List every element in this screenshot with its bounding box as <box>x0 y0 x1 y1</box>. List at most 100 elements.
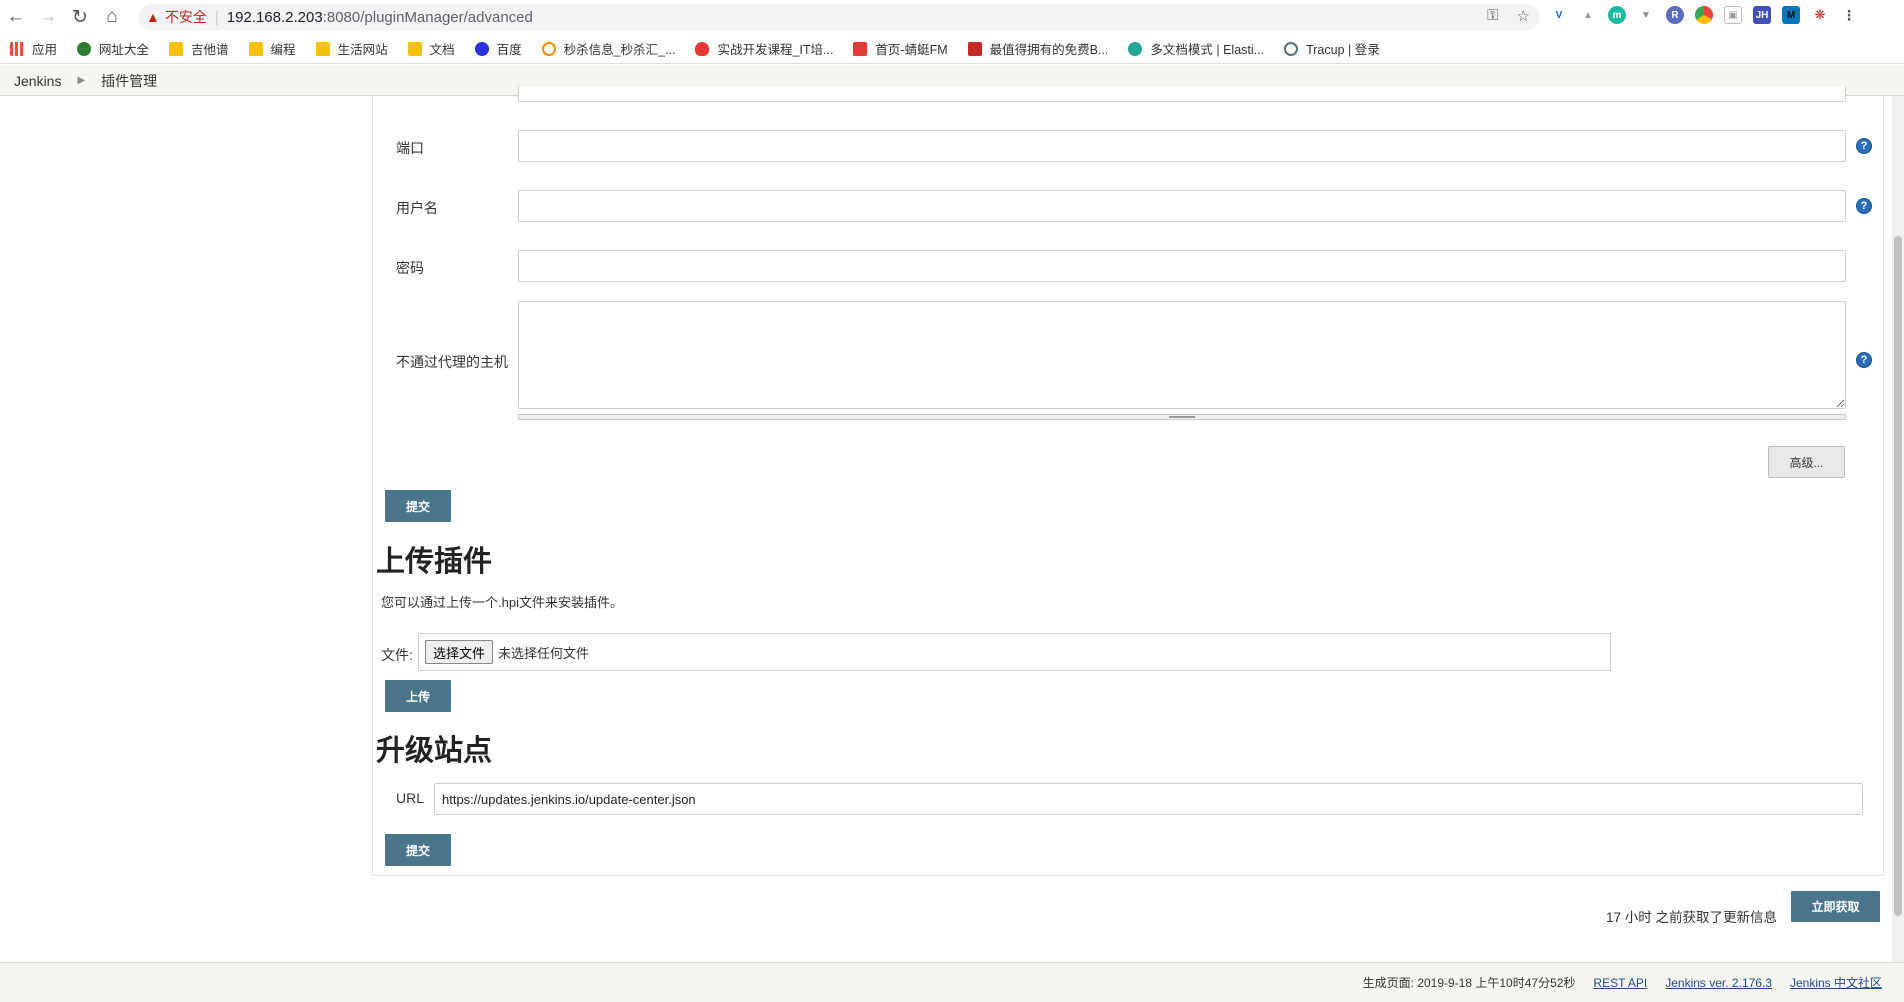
filter-extension-icon[interactable]: ▼ <box>1637 6 1655 24</box>
bookmark-apps[interactable]: 应用 <box>10 39 57 58</box>
r-extension-icon[interactable]: R <box>1666 6 1684 24</box>
choose-file-button[interactable]: 选择文件 <box>425 640 494 664</box>
extension-icon[interactable]: ▲ <box>1579 6 1597 24</box>
site-icon <box>967 41 982 56</box>
bookmark-item[interactable]: 多文档模式 | Elasti... <box>1128 39 1264 58</box>
bookmark-label: 生活网站 <box>337 43 388 57</box>
menu-icon[interactable]: ⋮ <box>1840 6 1858 24</box>
grip-icon <box>1169 416 1195 418</box>
advanced-button[interactable]: 高级... <box>1768 446 1845 478</box>
breadcrumb-jenkins[interactable]: Jenkins <box>14 73 61 89</box>
file-input[interactable]: 选择文件 未选择任何文件 <box>418 633 1611 671</box>
folder-icon <box>169 41 184 56</box>
browser-toolbar: ← → ↻ ⌂ ▲ 不安全 | 192.168.2.203:8080/plugi… <box>0 0 1904 34</box>
no-proxy-hosts-label: 不通过代理的主机 <box>396 354 508 370</box>
radio-icon <box>853 41 868 56</box>
site-icon <box>77 41 92 56</box>
warning-icon: ▲ <box>146 9 160 25</box>
url-host: 192.168.2.203 <box>226 8 323 26</box>
generated-time: 生成页面: 2019-9-18 上午10时47分52秒 <box>1362 976 1576 990</box>
no-file-text: 未选择任何文件 <box>498 645 590 661</box>
url-label: URL <box>396 790 425 806</box>
password-label: 密码 <box>396 260 424 276</box>
extensions-bar: V ▲ m ▼ R ▣ JH M ❋ ⋮ <box>1550 6 1858 24</box>
bookmark-item[interactable]: 百度 <box>474 39 522 58</box>
update-site-url-input[interactable]: https://updates.jenkins.io/update-center… <box>434 783 1863 815</box>
back-icon[interactable]: ← <box>0 0 32 34</box>
key-icon[interactable]: ⚿ <box>1487 7 1498 25</box>
server-field[interactable] <box>518 86 1846 102</box>
bookmark-label: Tracup | 登录 <box>1306 43 1380 57</box>
breadcrumb-plugin-manager[interactable]: 插件管理 <box>101 71 157 91</box>
bookmark-item[interactable]: 秒杀信息_秒杀汇_... <box>541 39 676 58</box>
help-icon[interactable]: ? <box>1856 138 1872 154</box>
screenshot-extension-icon[interactable]: ▣ <box>1724 6 1742 24</box>
url-path: :8080/pluginManager/advanced <box>322 8 533 26</box>
bookmark-item[interactable]: 最值得拥有的免费B... <box>967 39 1109 58</box>
folder-icon <box>248 41 263 56</box>
bookmark-folder[interactable]: 编程 <box>248 39 296 58</box>
scroll-thumb[interactable] <box>1894 236 1902 916</box>
file-label: 文件: <box>381 647 413 663</box>
jenkins-version-link[interactable]: Jenkins ver. 2.176.3 <box>1665 976 1772 990</box>
flame-icon <box>695 41 710 56</box>
update-status-text: 17 小时 之前获取了更新信息 <box>1606 910 1778 925</box>
scrollbar[interactable] <box>1892 96 1904 962</box>
jh-extension-icon[interactable]: JH <box>1753 6 1771 24</box>
m-box-extension-icon[interactable]: M <box>1782 6 1800 24</box>
update-site-title: 升级站点 <box>376 735 493 767</box>
username-input[interactable] <box>518 190 1846 222</box>
elastic-icon <box>1128 41 1143 56</box>
textarea-resize-handle[interactable] <box>518 414 1846 420</box>
bookmark-folder[interactable]: 吉他谱 <box>169 39 229 58</box>
rest-api-link[interactable]: REST API <box>1593 976 1647 990</box>
help-icon[interactable]: ? <box>1856 198 1872 214</box>
bookmark-folder[interactable]: 文档 <box>407 39 455 58</box>
bookmark-item[interactable]: 首页-蜻蜓FM <box>853 39 948 58</box>
check-now-button[interactable]: 立即获取 <box>1791 891 1880 922</box>
chrome-extension-icon[interactable] <box>1695 6 1713 24</box>
m-extension-icon[interactable]: m <box>1608 6 1626 24</box>
upload-description: 您可以通过上传一个.hpi文件来安装插件。 <box>381 595 623 610</box>
address-bar[interactable]: ▲ 不安全 | 192.168.2.203:8080/pluginManager… <box>138 4 1540 30</box>
baidu-paw-icon <box>474 41 489 56</box>
proxy-submit-button[interactable]: 提交 <box>385 490 451 522</box>
vue-devtools-icon[interactable]: V <box>1550 6 1568 24</box>
password-input[interactable] <box>518 250 1846 282</box>
apps-grid-icon <box>10 41 24 56</box>
bookmark-label: 首页-蜻蜓FM <box>875 43 948 57</box>
bookmark-label: 文档 <box>429 43 455 57</box>
bookmark-label: 秒杀信息_秒杀汇_... <box>563 43 676 57</box>
bookmark-label: 网址大全 <box>99 43 150 57</box>
update-site-submit-button[interactable]: 提交 <box>385 834 451 866</box>
bookmark-label: 百度 <box>496 43 522 57</box>
bookmark-item[interactable]: 实战开发课程_IT培... <box>695 39 833 58</box>
jenkins-community-link[interactable]: Jenkins 中文社区 <box>1790 974 1882 991</box>
forward-icon[interactable]: → <box>32 0 64 34</box>
username-label: 用户名 <box>396 200 438 216</box>
bookmarks-bar: 应用 网址大全 吉他谱 编程 生活网站 文档 百度 秒杀信息_秒杀汇_... 实… <box>0 34 1904 64</box>
bookmark-label: 应用 <box>32 43 58 57</box>
bookmark-folder[interactable]: 生活网站 <box>315 39 388 58</box>
bookmark-label: 最值得拥有的免费B... <box>989 43 1109 57</box>
port-input[interactable] <box>518 130 1846 162</box>
folder-icon <box>407 41 422 56</box>
star-icon[interactable]: ☆ <box>1517 7 1530 25</box>
tracup-icon <box>1284 41 1299 56</box>
security-label[interactable]: 不安全 <box>165 7 207 27</box>
omnibox-actions: ⚿ ☆ <box>1487 7 1530 25</box>
site-icon <box>541 41 556 56</box>
bookmark-item[interactable]: 网址大全 <box>77 39 149 58</box>
bookmark-label: 多文档模式 | Elasti... <box>1150 43 1265 57</box>
folder-icon <box>315 41 330 56</box>
upload-button[interactable]: 上传 <box>385 680 451 712</box>
spider-extension-icon[interactable]: ❋ <box>1811 6 1829 24</box>
home-icon[interactable]: ⌂ <box>96 0 128 34</box>
no-proxy-hosts-textarea[interactable] <box>518 301 1846 409</box>
bookmark-item[interactable]: Tracup | 登录 <box>1284 39 1380 58</box>
port-label: 端口 <box>396 140 424 156</box>
bookmark-label: 吉他谱 <box>191 43 229 57</box>
help-icon[interactable]: ? <box>1856 352 1872 368</box>
reload-icon[interactable]: ↻ <box>64 0 96 34</box>
upload-plugin-title: 上传插件 <box>376 546 493 578</box>
